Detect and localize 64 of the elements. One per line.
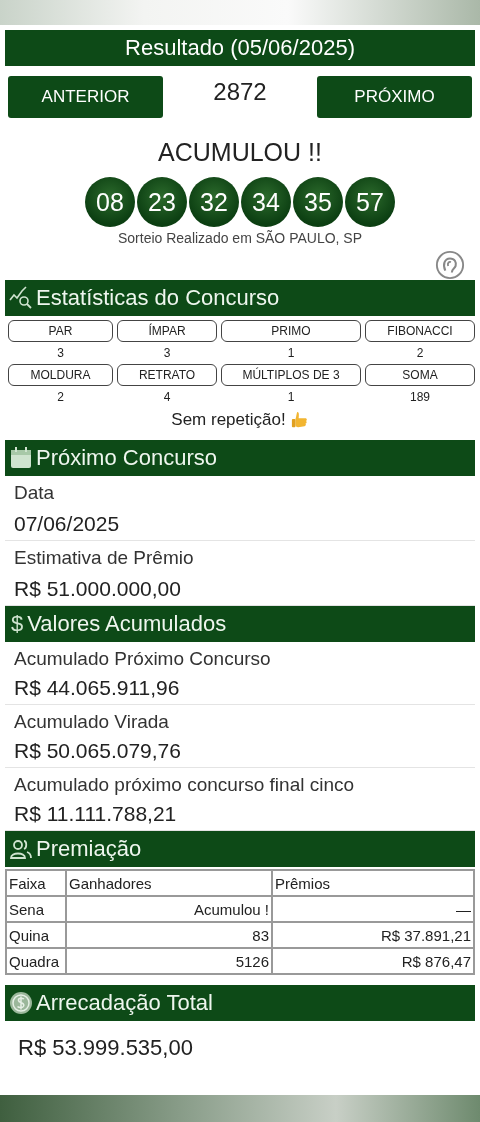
section-title: Estatísticas do Concurso xyxy=(36,285,280,311)
people-icon xyxy=(9,837,33,861)
stat-label: ÍMPAR xyxy=(117,320,217,342)
field-value: R$ 50.065.079,76 xyxy=(14,739,182,763)
dollar-icon: $ xyxy=(5,611,28,637)
location-text: Sorteio Realizado em SÃO PAULO, SP xyxy=(116,230,364,246)
stat-label: RETRATO xyxy=(117,364,217,386)
number-ball: 23 xyxy=(137,177,187,227)
table-cell: Acumulou ! xyxy=(66,896,272,922)
table-cell: R$ 37.891,21 xyxy=(272,922,474,948)
number-ball: 08 xyxy=(85,177,135,227)
stat-label: SOMA xyxy=(365,364,475,386)
section-title: Arrecadação Total xyxy=(36,990,213,1016)
stat-label: FIBONACCI xyxy=(365,320,475,342)
stat-value: 1 xyxy=(287,390,295,404)
section-title: Valores Acumulados xyxy=(27,611,227,637)
column-header: Faixa xyxy=(6,870,66,896)
stat-value: 2 xyxy=(57,390,64,404)
field-label: Acumulado próximo concurso final cinco xyxy=(14,774,356,796)
field-value: 07/06/2025 xyxy=(14,512,121,536)
field-value: R$ 44.065.911,96 xyxy=(14,676,181,700)
stat-value: 3 xyxy=(57,346,64,360)
column-header: Ganhadores xyxy=(66,870,272,896)
field-label: Acumulado Próximo Concurso xyxy=(14,648,272,670)
previous-button[interactable]: ANTERIOR xyxy=(8,76,163,118)
status-text: ACUMULOU !! xyxy=(157,138,323,167)
field-label: Estimativa de Prêmio xyxy=(14,547,195,569)
stat-label: PAR xyxy=(8,320,113,342)
table-cell: — xyxy=(272,896,474,922)
note-text: Sem repetição! xyxy=(171,410,286,430)
column-header: Prêmios xyxy=(272,870,474,896)
table-cell: 83 xyxy=(66,922,272,948)
number-ball: 35 xyxy=(293,177,343,227)
table-cell: R$ 876,47 xyxy=(272,948,474,974)
total-value: R$ 53.999.535,00 xyxy=(17,1034,194,1061)
calendar-icon xyxy=(9,446,33,470)
field-label: Acumulado Virada xyxy=(14,711,170,733)
field-value: R$ 51.000.000,00 xyxy=(14,577,182,601)
contest-number: 2872 xyxy=(213,78,267,106)
number-ball: 57 xyxy=(345,177,395,227)
stat-value: 3 xyxy=(163,346,171,360)
next-button[interactable]: PRÓXIMO xyxy=(317,76,472,118)
chart-search-icon xyxy=(9,286,33,310)
stat-label: MÚLTIPLOS DE 3 xyxy=(221,364,361,386)
field-label: Data xyxy=(14,482,56,504)
stat-value: 4 xyxy=(163,390,171,404)
stat-value: 2 xyxy=(416,346,424,360)
stat-value: 1 xyxy=(287,346,295,360)
table-cell: Sena xyxy=(6,896,66,922)
section-title: Premiação xyxy=(36,836,142,862)
hearing-icon[interactable] xyxy=(435,250,465,280)
section-title: Próximo Concurso xyxy=(36,445,217,471)
table-cell: Quadra xyxy=(6,948,66,974)
thumbs-up-icon xyxy=(290,411,309,429)
field-value: R$ 11.111.788,21 xyxy=(14,802,178,826)
table-cell: 5126 xyxy=(66,948,272,974)
number-ball: 34 xyxy=(241,177,291,227)
coin-icon xyxy=(9,991,33,1015)
stat-label: MOLDURA xyxy=(8,364,113,386)
section-header: Resultado (05/06/2025) xyxy=(5,30,475,66)
number-ball: 32 xyxy=(189,177,239,227)
stat-value: 189 xyxy=(410,390,430,404)
stat-label: PRIMO xyxy=(221,320,361,342)
table-cell: Quina xyxy=(6,922,66,948)
